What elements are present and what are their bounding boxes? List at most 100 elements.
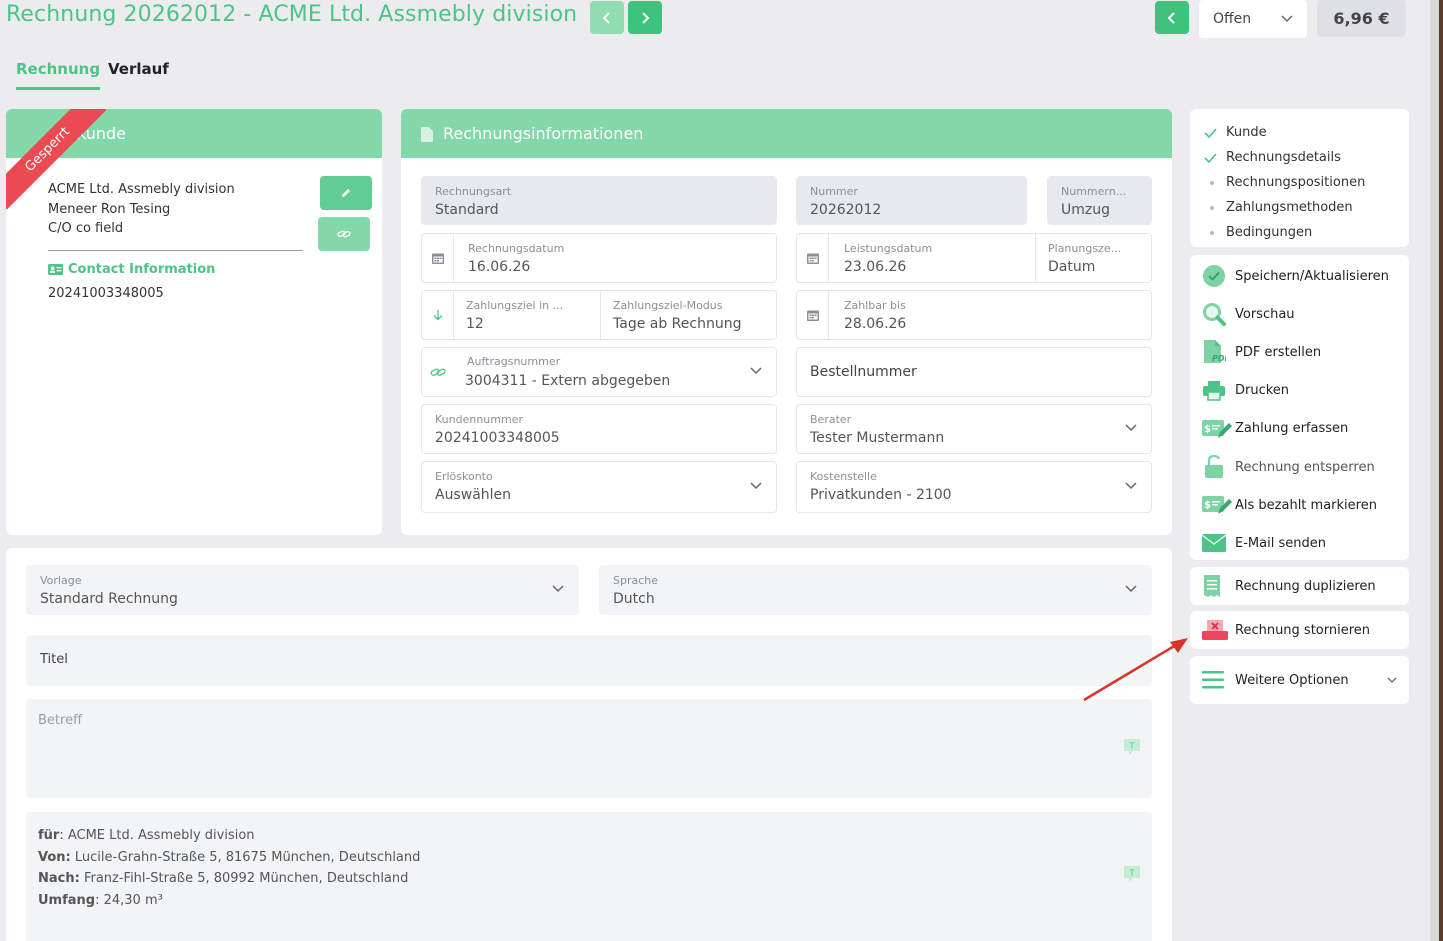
body-line-value: Franz-Fihl-Straße 5, 80992 München, Deut… [79,871,409,886]
sprache-select[interactable]: Sprache Dutch [599,565,1152,615]
send-email-button[interactable]: E-Mail senden [1190,524,1409,562]
field-value: Tester Mustermann [810,430,945,446]
step-rechnungsdetails[interactable]: Rechnungsdetails [1190,145,1409,170]
window-edge [1430,0,1443,941]
body-line: für: ACME Ltd. Assmebly division [38,825,420,847]
field-value: Umzug [1061,202,1110,218]
customer-line: C/O co field [48,221,124,236]
text-template-icon[interactable]: T [1123,865,1141,883]
body-textarea[interactable]: für: ACME Ltd. Assmebly division Von: Lu… [26,812,1152,941]
step-label: Zahlungsmethoden [1226,200,1353,215]
divider [600,291,601,339]
link-icon [337,230,351,238]
contact-information-link[interactable]: Contact Information [48,262,215,277]
field-label: Kundennummer [435,413,523,426]
field-value: 20241003348005 [435,430,560,446]
next-invoice-button[interactable] [628,1,662,34]
bullet-icon [1210,205,1214,210]
field-label: Rechnungsdatum [468,242,565,255]
field-label: Rechnungsart [435,185,512,198]
field-value: 12 [466,316,484,332]
payment-icon: $ [1202,496,1232,515]
action-label: Zahlung erfassen [1235,421,1349,437]
back-button[interactable] [1155,1,1189,34]
save-update-button[interactable]: Speichern/Aktualisieren [1190,257,1409,295]
cancel-invoice-icon [1202,620,1228,640]
printer-icon [1203,380,1225,401]
body-line-value: Lucile-Grahn-Straße 5, 81675 München, De… [70,849,421,865]
chevron-down-icon [1281,15,1293,23]
nummernkreis-field: Nummern... Umzug [1047,176,1152,225]
chevron-down-icon [750,367,762,375]
contact-information-label: Contact Information [68,262,216,277]
betreff-textarea[interactable]: Betreff T [26,699,1152,798]
menu-icon [1202,671,1224,689]
step-bedingungen[interactable]: Bedingungen [1190,220,1409,245]
unlock-invoice-button[interactable]: Rechnung entsperren [1190,448,1409,486]
leistungsdatum-field[interactable]: Leistungsdatum 23.06.26 Planungsze... Da… [796,233,1152,283]
berater-select[interactable]: Berater Tester Mustermann [796,404,1152,454]
kostenstelle-select[interactable]: Kostenstelle Privatkunden - 2100 [796,461,1152,513]
field-value: 20262012 [810,202,882,218]
duplicate-invoice-button[interactable]: Rechnung duplizieren [1190,567,1409,605]
tab-verlauf[interactable]: Verlauf [108,60,169,78]
bestellnummer-input[interactable]: Bestellnummer [796,347,1152,397]
kundennummer-field[interactable]: Kundennummer 20241003348005 [421,404,777,454]
body-line-key: für [38,828,60,843]
step-zahlungsmethoden[interactable]: Zahlungsmethoden [1190,195,1409,220]
action-label: E-Mail senden [1235,535,1326,551]
zahlungsziel-field[interactable]: Zahlungsziel in ... 12 Zahlungsziel-Modu… [421,290,777,340]
field-value: Dutch [613,591,655,607]
input-placeholder: Betreff [38,713,83,728]
status-select[interactable]: Offen [1199,0,1307,38]
body-text: für: ACME Ltd. Assmebly division Von: Lu… [38,825,420,911]
erloeskonto-select[interactable]: Erlöskonto Auswählen [421,461,777,513]
vorlage-select[interactable]: Vorlage Standard Rechnung [26,565,579,615]
page-title: Rechnung 20262012 - ACME Ltd. Assmebly d… [6,2,578,27]
field-label: Zahlbar bis [844,299,906,312]
field-label: Planungsze... [1048,242,1122,255]
check-icon [1204,127,1217,138]
magnifier-icon [1203,303,1226,327]
cancel-invoice-button[interactable]: Rechnung stornieren [1190,611,1409,649]
customer-address: ACME Ltd. Assmebly division Meneer Ron T… [48,180,235,239]
step-label: Rechnungsdetails [1226,150,1341,165]
invoice-info-title: Rechnungsinformationen [443,124,644,143]
mark-as-paid-button[interactable]: $ Als bezahlt markieren [1190,486,1409,524]
body-line: Nach: Franz-Fihl-Straße 5, 80992 München… [38,868,420,890]
unlock-icon [1205,455,1223,479]
zahlbar-bis-field[interactable]: Zahlbar bis 28.06.26 [796,290,1152,340]
titel-input[interactable]: Titel [26,635,1152,686]
rechnungsart-field: Rechnungsart Standard [421,176,777,225]
more-options-dropdown[interactable]: Weitere Optionen [1190,656,1409,704]
edit-customer-button[interactable] [320,176,372,210]
svg-text:$: $ [1204,500,1211,511]
tab-rechnung[interactable]: Rechnung [16,60,101,90]
link-icon [422,348,454,396]
step-kunde[interactable]: Kunde [1190,120,1409,145]
preview-button[interactable]: Vorschau [1190,295,1409,333]
chevron-down-icon [750,482,762,490]
previous-invoice-button[interactable] [590,1,624,34]
svg-text:$: $ [1204,424,1211,435]
create-pdf-button[interactable]: PDF PDF erstellen [1190,333,1409,371]
step-rechnungspositionen[interactable]: Rechnungspositionen [1190,170,1409,195]
field-value: Standard [435,202,499,218]
print-button[interactable]: Drucken [1190,372,1409,410]
auftragsnummer-select[interactable]: Auftragsnummer 3004311 - Extern abgegebe… [421,347,777,397]
calendar-icon [797,234,829,282]
link-customer-button[interactable] [318,217,370,251]
text-template-icon[interactable]: T [1123,738,1141,756]
annotation-arrow [1083,638,1188,702]
chevron-down-icon [1125,482,1137,490]
payment-icon: $ [1202,419,1232,438]
invoice-info-header: Rechnungsinformationen [401,109,1172,158]
receipt-icon [1204,575,1220,597]
bullet-icon [1210,230,1214,235]
calendar-icon [422,234,454,282]
record-payment-button[interactable]: $ Zahlung erfassen [1190,410,1409,448]
chevron-down-icon [1125,585,1137,593]
rechnungsdatum-field[interactable]: Rechnungsdatum 16.06.26 [421,233,777,283]
chevron-right-icon [642,11,650,24]
field-value: 3004311 - Extern abgegeben [465,373,671,389]
